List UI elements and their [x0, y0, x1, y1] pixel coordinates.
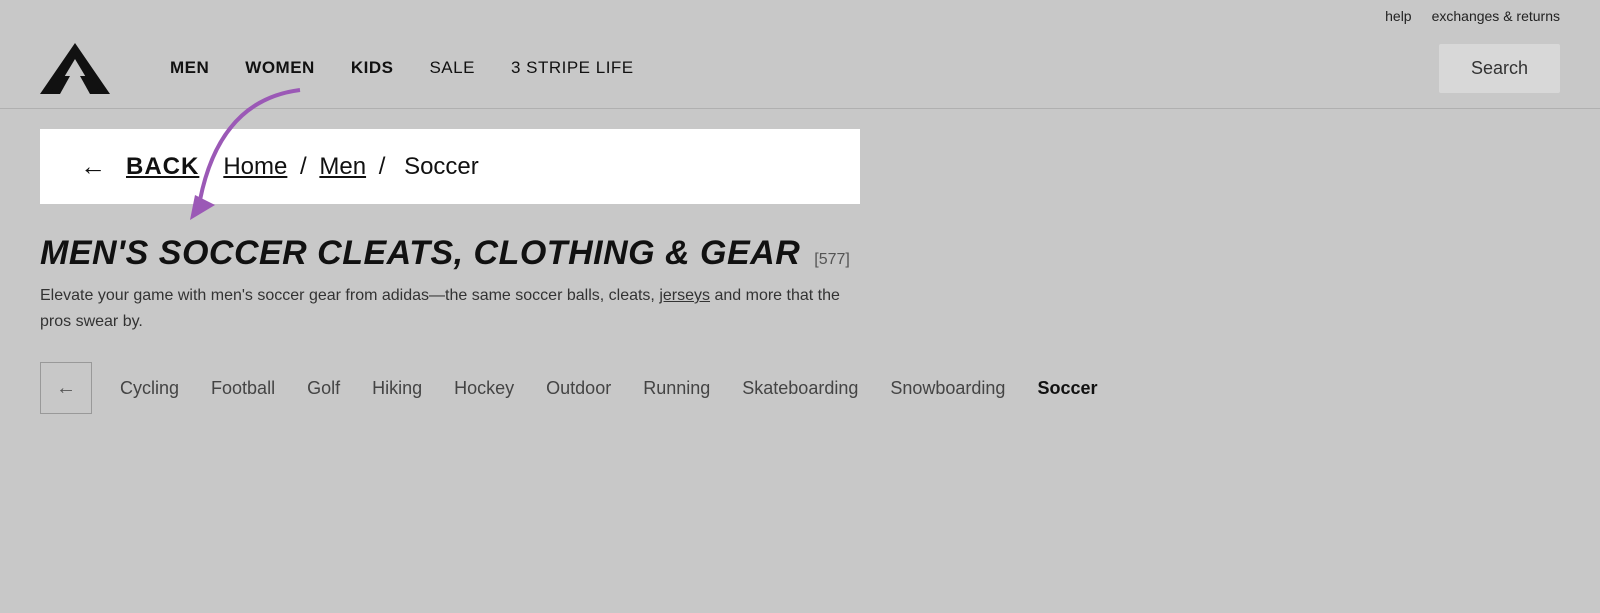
logo[interactable] [40, 41, 110, 96]
description-text-1: Elevate your game with men's soccer gear… [40, 287, 655, 304]
sport-item-outdoor[interactable]: Outdoor [546, 378, 611, 399]
sport-filter-bar: ← Cycling Football Golf Hiking Hockey Outdoor… [40, 362, 1560, 414]
nav-stripe-life[interactable]: 3 STRIPE LIFE [511, 58, 634, 78]
annotation-arrow-icon [140, 80, 340, 240]
filter-back-button[interactable]: ← [40, 362, 92, 414]
exchanges-link[interactable]: exchanges & returns [1432, 8, 1560, 24]
sport-item-running[interactable]: Running [643, 378, 710, 399]
nav-links: MEN WOMEN KIDS SALE 3 STRIPE LIFE [170, 58, 1439, 78]
sport-item-football[interactable]: Football [211, 378, 275, 399]
help-link[interactable]: help [1385, 8, 1411, 24]
sport-items-list: Cycling Football Golf Hiking Hockey Outdoor Ru… [92, 378, 1098, 399]
adidas-logo-icon [40, 41, 110, 96]
nav-women[interactable]: WOMEN [245, 58, 315, 78]
sport-item-cycling[interactable]: Cycling [120, 378, 179, 399]
jerseys-link[interactable]: jerseys [659, 287, 710, 304]
arrow-annotation [140, 80, 340, 245]
sport-item-hockey[interactable]: Hockey [454, 378, 514, 399]
sport-item-soccer[interactable]: Soccer [1037, 378, 1097, 399]
utility-bar: help exchanges & returns [0, 0, 1600, 28]
breadcrumb-current: Soccer [404, 153, 479, 180]
nav-sale[interactable]: SALE [429, 58, 474, 78]
sport-item-golf[interactable]: Golf [307, 378, 340, 399]
sport-item-hiking[interactable]: Hiking [372, 378, 422, 399]
nav-men[interactable]: MEN [170, 58, 209, 78]
page-description: Elevate your game with men's soccer gear… [40, 283, 840, 334]
search-button[interactable]: Search [1439, 44, 1560, 93]
product-count: [577] [814, 251, 850, 269]
back-arrow-icon: ← [80, 151, 106, 182]
sport-item-skateboarding[interactable]: Skateboarding [742, 378, 858, 399]
breadcrumb-separator-2: / [379, 153, 392, 180]
nav-kids[interactable]: KIDS [351, 58, 394, 78]
sport-item-snowboarding[interactable]: Snowboarding [890, 378, 1005, 399]
